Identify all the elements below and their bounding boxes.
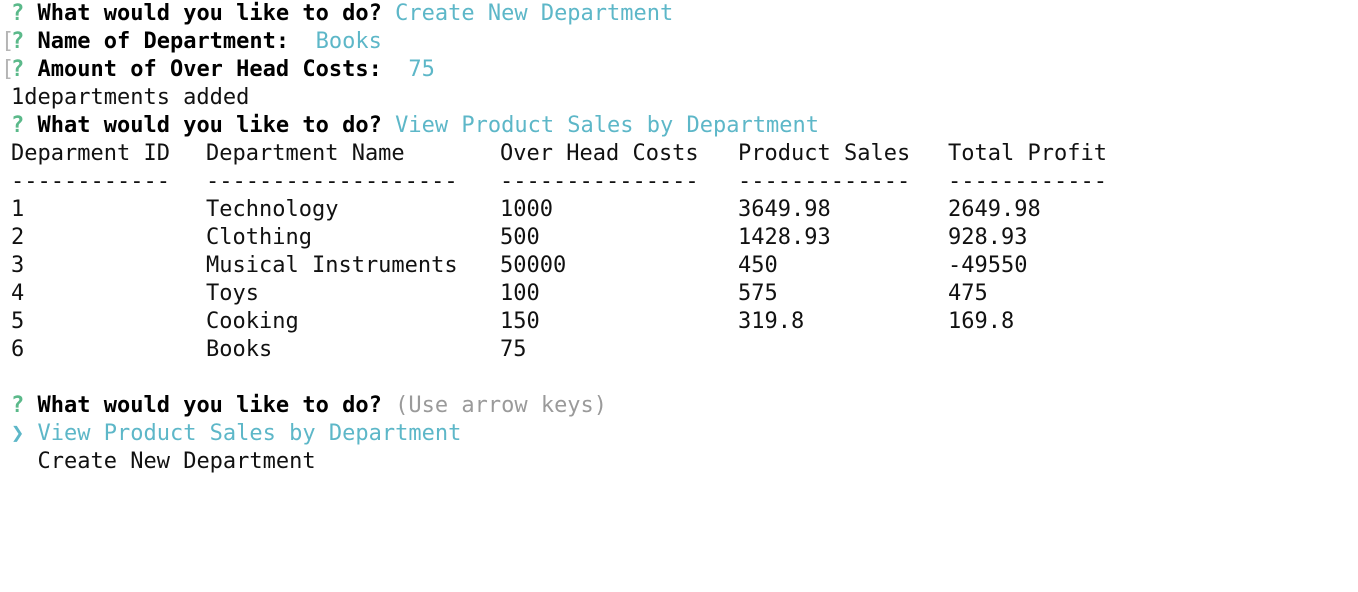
prompt-question: What would you like to do? bbox=[37, 113, 382, 138]
prompt-question: What would you like to do? bbox=[37, 1, 382, 26]
prompt-line-overhead: ? Amount of Over Head Costs: 75 bbox=[11, 56, 435, 84]
cell-id: 2 bbox=[11, 225, 25, 250]
cell-name: Cooking bbox=[206, 309, 299, 334]
cell-id: 6 bbox=[11, 337, 25, 362]
cell-id: 1 bbox=[11, 197, 25, 222]
cell-id: 4 bbox=[11, 281, 25, 306]
column-header-overhead: Over Head Costs bbox=[500, 141, 699, 166]
prompt-question: What would you like to do? bbox=[37, 393, 382, 418]
cell-profit: 2649.98 bbox=[948, 197, 1041, 222]
table-row: 1 Technology 1000 3649.98 2649.98 bbox=[0, 196, 1358, 224]
table-row: 2 Clothing 500 1428.93 928.93 bbox=[0, 224, 1358, 252]
cell-name: Clothing bbox=[206, 225, 312, 250]
cell-sales: 450 bbox=[738, 253, 778, 278]
cell-overhead: 500 bbox=[500, 225, 540, 250]
column-header-sales: Product Sales bbox=[738, 141, 911, 166]
pointer-icon: ❯ bbox=[11, 421, 25, 446]
table-row: 4 Toys 100 575 475 bbox=[0, 280, 1358, 308]
status-message: 1departments added bbox=[11, 85, 250, 110]
cell-overhead: 1000 bbox=[500, 197, 553, 222]
prompt-line-dept-name: ? Name of Department: Books bbox=[11, 28, 382, 56]
cell-sales: 575 bbox=[738, 281, 778, 306]
separator: ------------- bbox=[738, 169, 911, 194]
separator: ------------------- bbox=[206, 169, 458, 194]
cell-sales: 3649.98 bbox=[738, 197, 831, 222]
prompt-line-action-3: ? What would you like to do? (Use arrow … bbox=[11, 392, 607, 420]
cell-sales: 319.8 bbox=[738, 309, 805, 334]
menu-option-label: View Product Sales by Department bbox=[37, 421, 462, 446]
terminal-window: ? What would you like to do? Create New … bbox=[0, 0, 1358, 592]
cell-profit: 169.8 bbox=[948, 309, 1015, 334]
cell-name: Books bbox=[206, 337, 273, 362]
question-mark-icon: ? bbox=[11, 393, 25, 418]
prompt-hint: (Use arrow keys) bbox=[395, 393, 608, 418]
question-mark-icon: ? bbox=[11, 57, 25, 82]
prompt-line-action-2: ? What would you like to do? View Produc… bbox=[11, 112, 819, 140]
table-row: 5 Cooking 150 319.8 169.8 bbox=[0, 308, 1358, 336]
question-mark-icon: ? bbox=[11, 113, 25, 138]
table-separator-row: ------------ ------------------- -------… bbox=[0, 168, 1358, 196]
separator: ------------ bbox=[11, 169, 170, 194]
separator: --------------- bbox=[500, 169, 699, 194]
table-row: 3 Musical Instruments 50000 450 -49550 bbox=[0, 252, 1358, 280]
prompt-answer: View Product Sales by Department bbox=[395, 113, 819, 138]
cell-name: Musical Instruments bbox=[206, 253, 458, 278]
cell-overhead: 100 bbox=[500, 281, 540, 306]
table-header-row: Deparment ID Department Name Over Head C… bbox=[0, 140, 1358, 168]
cell-sales: 1428.93 bbox=[738, 225, 831, 250]
cell-profit: 928.93 bbox=[948, 225, 1028, 250]
prompt-question: Amount of Over Head Costs: bbox=[37, 57, 382, 82]
separator: ------------ bbox=[948, 169, 1107, 194]
prompt-line-action-1: ? What would you like to do? Create New … bbox=[11, 0, 673, 28]
table-row: 6 Books 75 bbox=[0, 336, 1358, 364]
prompt-question: Name of Department: bbox=[37, 29, 290, 54]
cell-overhead: 150 bbox=[500, 309, 540, 334]
menu-option-create-department[interactable]: Create New Department bbox=[11, 448, 316, 476]
menu-option-view-sales[interactable]: ❯ View Product Sales by Department bbox=[11, 420, 461, 448]
cell-overhead: 75 bbox=[500, 337, 527, 362]
column-header-name: Department Name bbox=[206, 141, 405, 166]
column-header-id: Deparment ID bbox=[11, 141, 170, 166]
prompt-answer: 75 bbox=[408, 57, 435, 82]
cell-profit: 475 bbox=[948, 281, 988, 306]
cell-name: Toys bbox=[206, 281, 259, 306]
cell-overhead: 50000 bbox=[500, 253, 567, 278]
column-header-profit: Total Profit bbox=[948, 141, 1107, 166]
cell-name: Technology bbox=[206, 197, 339, 222]
question-mark-icon: ? bbox=[11, 1, 25, 26]
prompt-answer: Create New Department bbox=[395, 1, 674, 26]
question-mark-icon: ? bbox=[11, 29, 25, 54]
cell-profit: -49550 bbox=[948, 253, 1028, 278]
prompt-answer: Books bbox=[315, 29, 382, 54]
cell-id: 3 bbox=[11, 253, 25, 278]
menu-option-label: Create New Department bbox=[37, 449, 316, 474]
cell-id: 5 bbox=[11, 309, 25, 334]
